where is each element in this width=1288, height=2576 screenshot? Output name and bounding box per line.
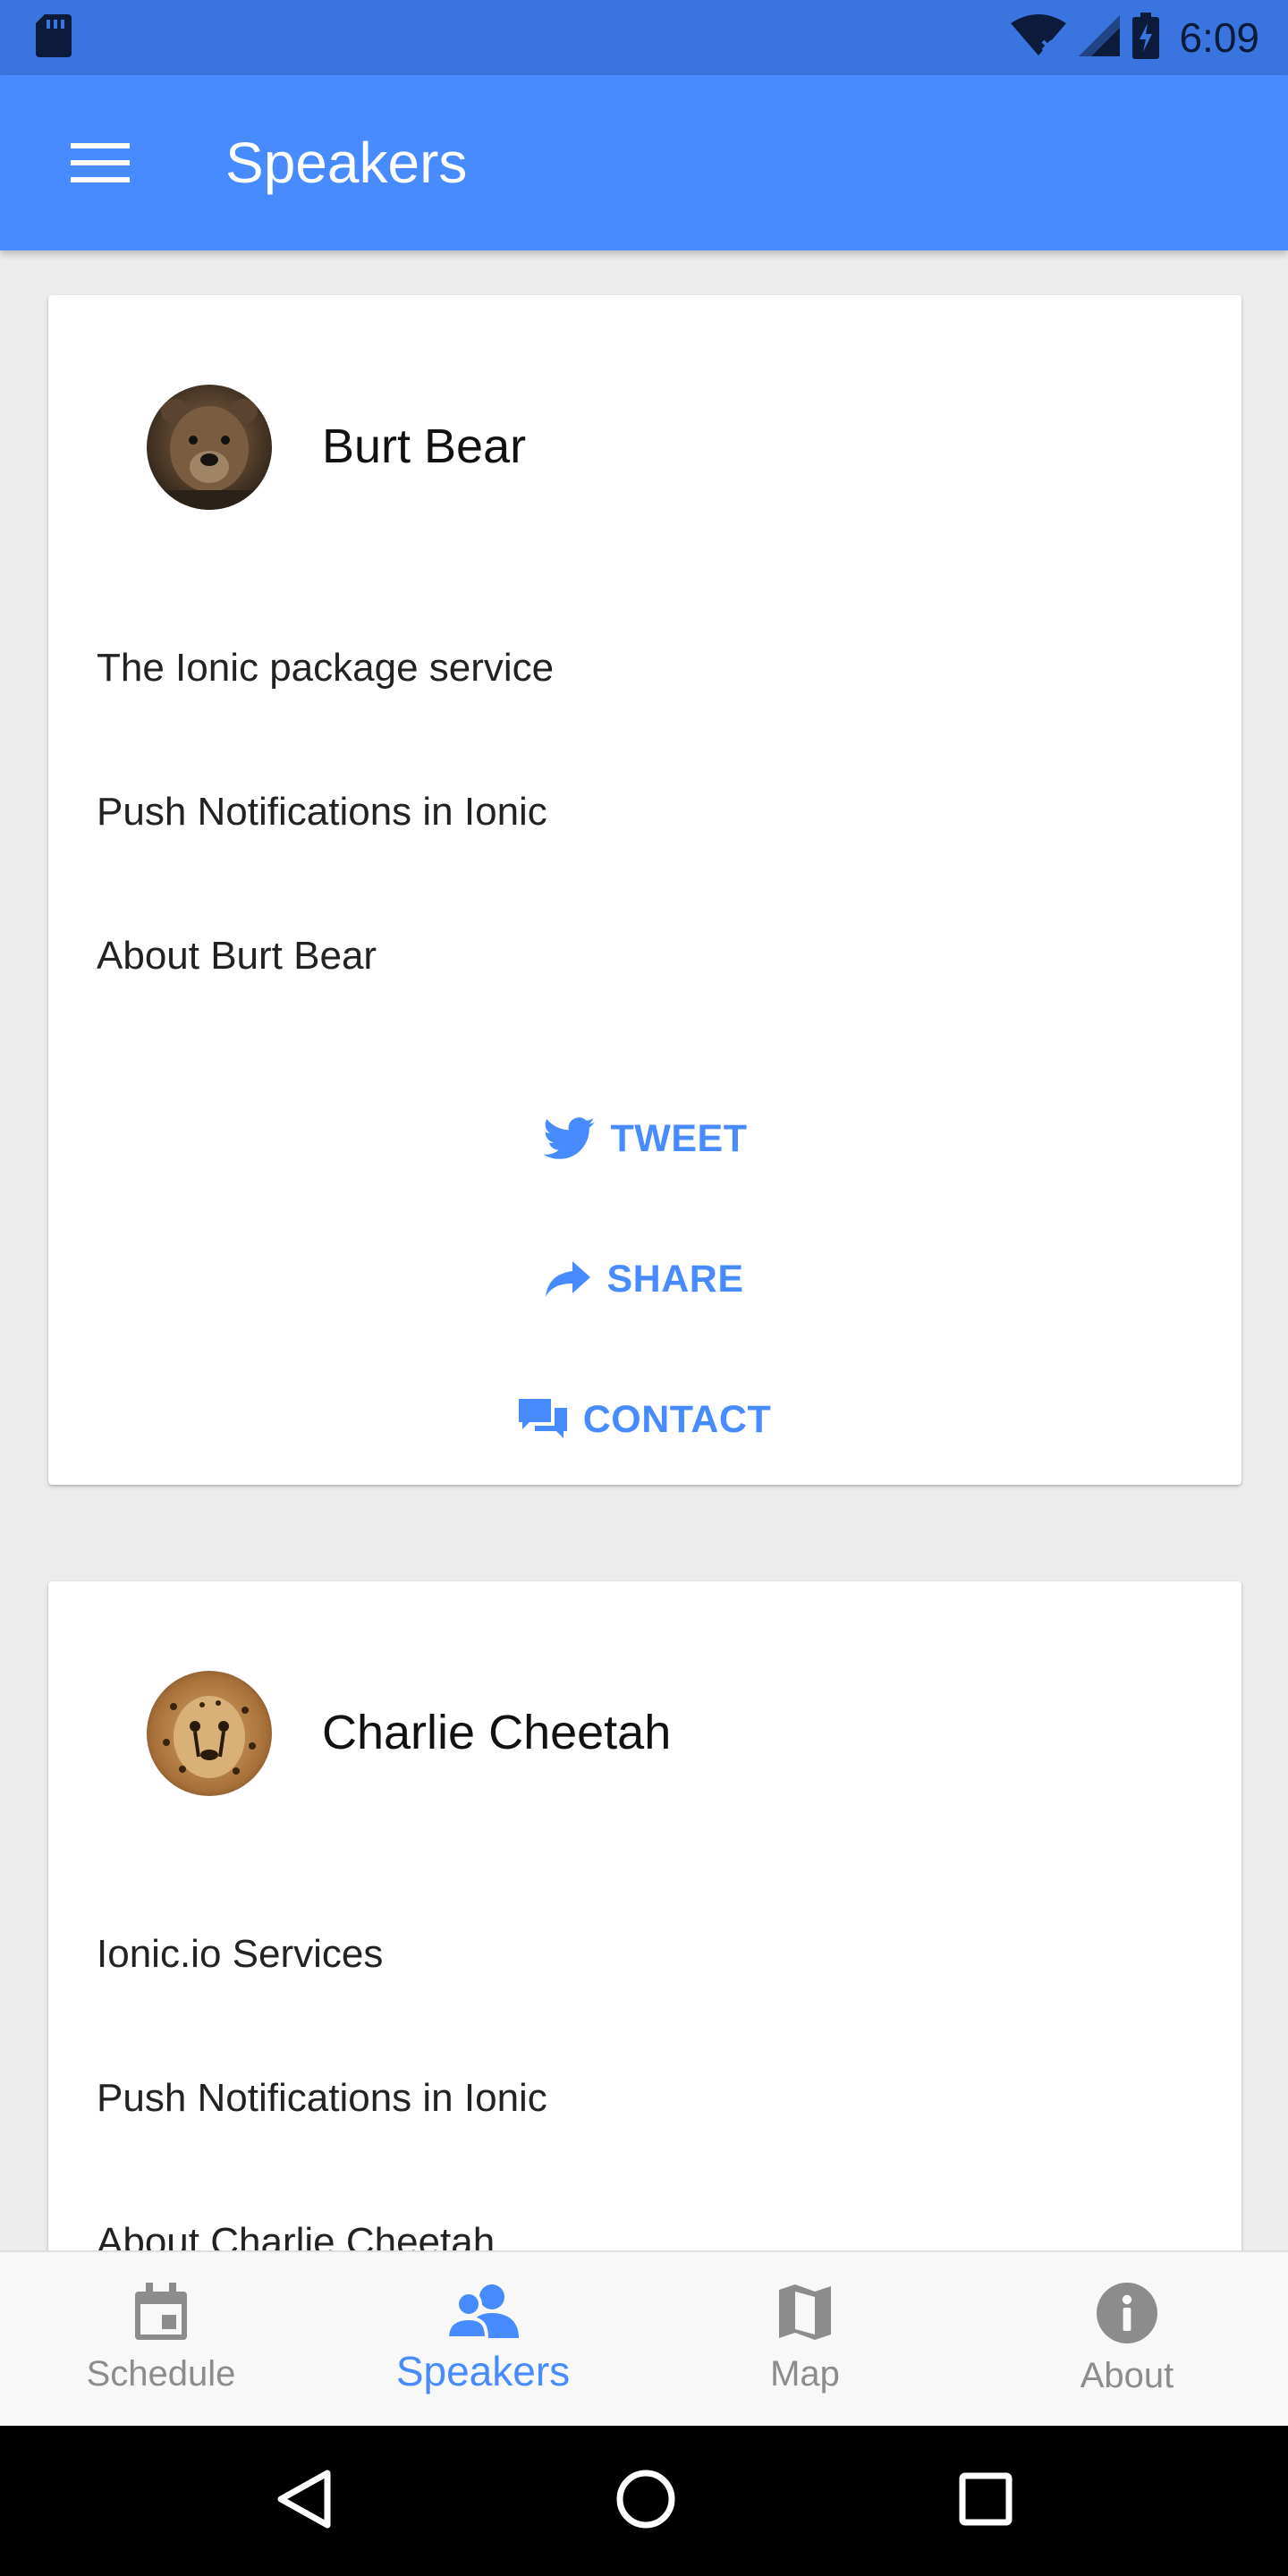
session-item[interactable]: The Ionic package service	[97, 646, 554, 691]
speaker-name: Charlie Cheetah	[322, 1706, 672, 1759]
menu-icon	[71, 143, 130, 182]
tab-label: Schedule	[86, 2354, 236, 2394]
tweet-button[interactable]: TWEET	[48, 1094, 1241, 1183]
cheetah-avatar-image	[147, 1671, 272, 1796]
back-button[interactable]	[275, 2470, 333, 2533]
tab-label: Map	[770, 2354, 840, 2394]
menu-button[interactable]	[50, 113, 150, 213]
back-triangle-icon	[277, 2470, 331, 2528]
speaker-avatar[interactable]	[147, 1671, 272, 1796]
share-button[interactable]: SHARE	[48, 1234, 1241, 1324]
tab-speakers[interactable]: Speakers	[322, 2252, 644, 2426]
home-circle-icon	[616, 2470, 675, 2528]
share-label: SHARE	[606, 1257, 744, 1301]
about-speaker-item[interactable]: About Burt Bear	[97, 934, 377, 979]
info-icon	[1097, 2283, 1157, 2343]
tab-schedule[interactable]: Schedule	[0, 2252, 322, 2426]
tweet-label: TWEET	[610, 1116, 748, 1160]
page-title: Speakers	[225, 131, 468, 195]
speaker-header[interactable]: Charlie Cheetah	[48, 1581, 1241, 1796]
session-item[interactable]: Push Notifications in Ionic	[97, 790, 547, 835]
speaker-name: Burt Bear	[322, 419, 527, 473]
tab-label: About	[1080, 2356, 1174, 2395]
chat-bubbles-icon	[518, 1399, 567, 1438]
sd-card-icon	[36, 13, 72, 62]
speaker-list[interactable]: Burt Bear The Ionic package service Push…	[0, 250, 1288, 2250]
recents-square-icon	[959, 2472, 1013, 2525]
tab-bar: Schedule Speakers Map About	[0, 2250, 1288, 2426]
tab-label: Speakers	[395, 2348, 571, 2394]
share-arrow-icon	[546, 1261, 591, 1297]
twitter-icon	[542, 1117, 595, 1159]
session-item[interactable]: Push Notifications in Ionic	[97, 2076, 547, 2121]
contact-button[interactable]: CONTACT	[48, 1375, 1241, 1464]
recents-button[interactable]	[959, 2472, 1013, 2530]
people-icon	[447, 2284, 519, 2338]
map-icon	[779, 2284, 831, 2340]
system-nav-bar	[0, 2426, 1288, 2576]
calendar-icon	[135, 2283, 187, 2340]
about-speaker-item[interactable]: About Charlie Cheetah	[97, 2220, 495, 2250]
status-bar: 6:09	[0, 0, 1288, 75]
tab-about[interactable]: About	[966, 2252, 1288, 2426]
toolbar: Speakers	[0, 75, 1288, 250]
speaker-avatar[interactable]	[147, 385, 272, 510]
signal-icon	[1079, 14, 1121, 61]
tab-map[interactable]: Map	[644, 2252, 966, 2426]
session-item[interactable]: Ionic.io Services	[97, 1932, 383, 1977]
home-button[interactable]	[615, 2469, 676, 2534]
speaker-header[interactable]: Burt Bear	[48, 295, 1241, 510]
clock: 6:09	[1179, 14, 1259, 61]
speaker-card: Burt Bear The Ionic package service Push…	[48, 295, 1241, 1485]
battery-charging-icon	[1132, 12, 1160, 64]
wifi-off-icon	[1011, 13, 1067, 62]
contact-label: CONTACT	[582, 1397, 772, 1441]
bear-avatar-image	[147, 385, 272, 510]
speaker-card: Charlie Cheetah Ionic.io Services Push N…	[48, 1581, 1241, 2250]
